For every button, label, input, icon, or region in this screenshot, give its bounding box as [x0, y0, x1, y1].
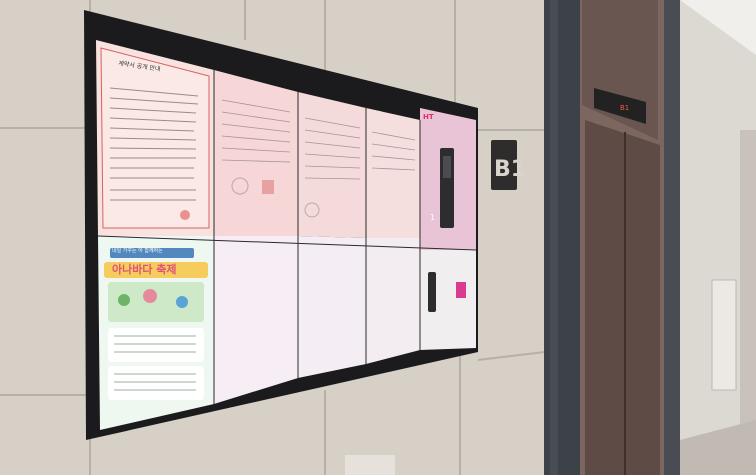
- wall-outlet: [345, 455, 395, 475]
- festival-program-box: [108, 366, 204, 400]
- festival-subtitle: 내일 가꾸는 어 함께하는: [112, 248, 163, 254]
- blank-panel-2: [298, 236, 366, 378]
- brand-logo: HT: [423, 113, 434, 121]
- festival-title: 아나바다 축제: [112, 263, 177, 276]
- festival-details-box: [108, 328, 204, 362]
- photo-scene: B1 B1: [0, 0, 756, 475]
- document-page-3: [366, 108, 420, 238]
- notice-seal: [180, 210, 190, 220]
- product-label: 1: [430, 213, 436, 222]
- elevator-side-frame: [664, 0, 680, 475]
- festival-balloon: [176, 296, 188, 308]
- festival-tree-1: [118, 294, 130, 306]
- product-badge: [456, 282, 466, 298]
- elevator-door[interactable]: [585, 120, 660, 475]
- blank-panel-1: [214, 236, 298, 404]
- festival-tent: [143, 289, 157, 303]
- b1-sign-glyphs: B1: [494, 157, 526, 182]
- door-lock-keypad: [443, 156, 451, 178]
- pillar-highlight: [550, 0, 558, 475]
- corridor-pillar: [740, 130, 756, 430]
- granite-pillar: [544, 0, 580, 475]
- document-stamp-2: [262, 180, 274, 194]
- blank-panel-3: [366, 238, 420, 364]
- document-page-1: [214, 70, 298, 236]
- elevator-floor-indicator: B1: [620, 104, 629, 112]
- corridor-panel: [711, 279, 737, 391]
- door-lock-thumbnail: [428, 272, 436, 312]
